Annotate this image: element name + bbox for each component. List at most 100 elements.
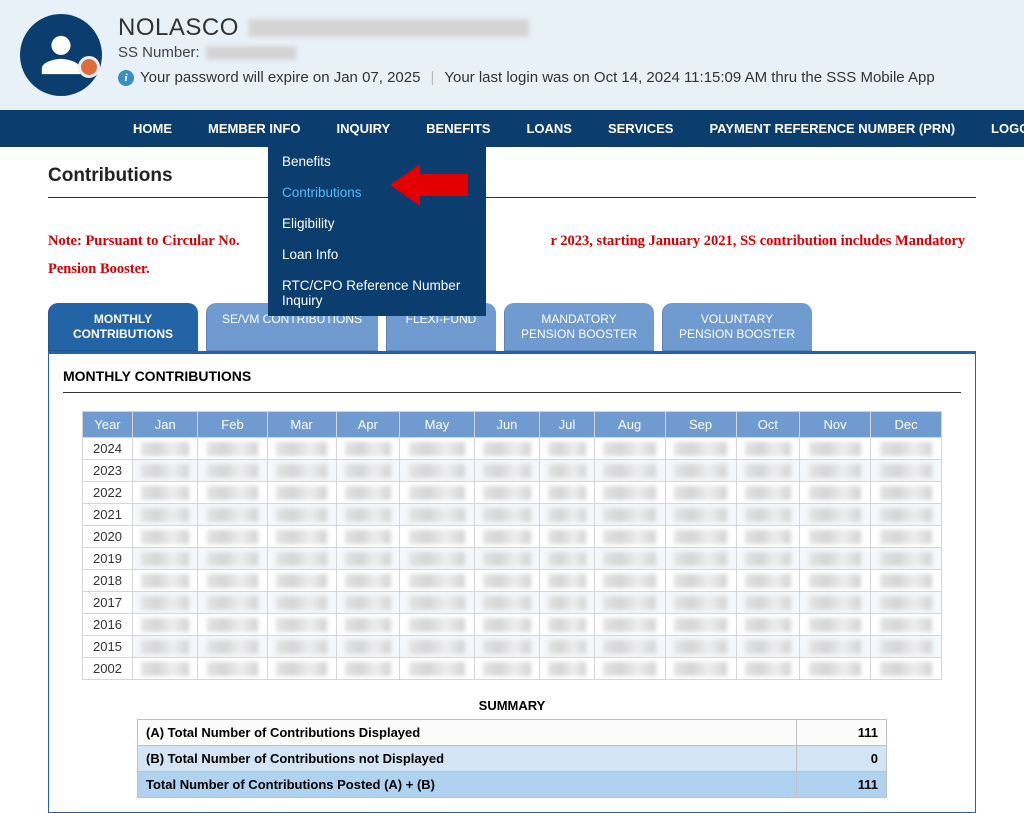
nav-benefits[interactable]: BENEFITS [408, 110, 508, 147]
contribution-cell [871, 570, 942, 592]
contribution-cell [336, 482, 400, 504]
contribution-cell [800, 438, 871, 460]
last-login-text: Your last login was on Oct 14, 2024 11:1… [444, 69, 934, 86]
contribution-cell [336, 438, 400, 460]
table-header: Feb [198, 412, 267, 438]
account-info-line: i Your password will expire on Jan 07, 2… [118, 69, 1004, 86]
contribution-cell [133, 570, 198, 592]
contribution-cell [198, 614, 267, 636]
nav-loans[interactable]: LOANS [508, 110, 590, 147]
contribution-cell [267, 636, 336, 658]
user-name-redacted [249, 19, 529, 37]
table-header: Jul [540, 412, 595, 438]
table-row: 2016 [83, 614, 942, 636]
contribution-cell [267, 548, 336, 570]
contribution-cell [198, 526, 267, 548]
contribution-cell [871, 482, 942, 504]
contribution-cell [871, 504, 942, 526]
contribution-cell [336, 548, 400, 570]
year-cell: 2021 [83, 504, 133, 526]
user-name-line: NOLASCO [118, 14, 1004, 42]
contribution-cell [736, 592, 800, 614]
summary-row-b: (B) Total Number of Contributions not Di… [138, 746, 887, 772]
contribution-cell [400, 614, 475, 636]
avatar-icon [20, 14, 102, 96]
contribution-tabs: MONTHLY CONTRIBUTIONS SE/VM CONTRIBUTION… [0, 293, 1024, 351]
contribution-cell [736, 438, 800, 460]
table-row: 2022 [83, 482, 942, 504]
contribution-cell [267, 482, 336, 504]
contribution-cell [540, 658, 595, 680]
contribution-cell [336, 636, 400, 658]
contribution-cell [400, 460, 475, 482]
user-name: NOLASCO [118, 14, 239, 42]
tab-monthly[interactable]: MONTHLY CONTRIBUTIONS [48, 303, 198, 351]
contribution-cell [800, 482, 871, 504]
contribution-cell [594, 570, 665, 592]
tab-mandatory[interactable]: MANDATORY PENSION BOOSTER [504, 303, 654, 351]
contribution-cell [665, 460, 736, 482]
contribution-cell [198, 504, 267, 526]
contribution-cell [594, 658, 665, 680]
contribution-cell [594, 548, 665, 570]
nav-services[interactable]: SERVICES [590, 110, 692, 147]
contribution-cell [198, 482, 267, 504]
year-cell: 2017 [83, 592, 133, 614]
contribution-cell [336, 592, 400, 614]
table-header-row: YearJanFebMarAprMayJunJulAugSepOctNovDec [83, 412, 942, 438]
contribution-cell [800, 504, 871, 526]
contribution-cell [400, 636, 475, 658]
contribution-cell [133, 658, 198, 680]
summary-title: SUMMARY [63, 698, 961, 713]
contribution-cell [800, 460, 871, 482]
year-cell: 2023 [83, 460, 133, 482]
table-header: Oct [736, 412, 800, 438]
main-nav: HOME MEMBER INFO INQUIRY BENEFITS LOANS … [0, 110, 1024, 147]
contribution-cell [336, 526, 400, 548]
dropdown-loan-info[interactable]: Loan Info [268, 239, 486, 270]
table-row: 2015 [83, 636, 942, 658]
summary-row-total-value: 111 [797, 772, 887, 798]
table-header: Aug [594, 412, 665, 438]
contribution-cell [198, 636, 267, 658]
contribution-cell [800, 526, 871, 548]
contribution-cell [474, 636, 539, 658]
contribution-cell [267, 658, 336, 680]
contribution-cell [871, 658, 942, 680]
nav-home[interactable]: HOME [115, 110, 190, 147]
contribution-cell [474, 438, 539, 460]
info-icon: i [118, 70, 134, 86]
contribution-cell [540, 504, 595, 526]
contribution-cell [133, 548, 198, 570]
contribution-cell [665, 658, 736, 680]
contribution-cell [800, 592, 871, 614]
contribution-cell [736, 482, 800, 504]
nav-prn[interactable]: PAYMENT REFERENCE NUMBER (PRN) [691, 110, 973, 147]
contribution-cell [540, 570, 595, 592]
contribution-cell [540, 636, 595, 658]
contribution-cell [400, 570, 475, 592]
user-info-block: NOLASCO SS Number: i Your password will … [118, 14, 1004, 86]
contribution-cell [594, 438, 665, 460]
dropdown-rtc[interactable]: RTC/CPO Reference Number Inquiry [268, 270, 486, 316]
contribution-cell [474, 548, 539, 570]
nav-inquiry[interactable]: INQUIRY [318, 110, 408, 147]
contribution-cell [736, 658, 800, 680]
year-cell: 2016 [83, 614, 133, 636]
contribution-cell [736, 570, 800, 592]
notification-badge-icon[interactable] [78, 56, 100, 78]
contribution-cell [336, 504, 400, 526]
contribution-cell [871, 526, 942, 548]
contribution-cell [198, 592, 267, 614]
contribution-cell [474, 614, 539, 636]
table-row: 2019 [83, 548, 942, 570]
contribution-cell [474, 592, 539, 614]
contribution-cell [594, 526, 665, 548]
nav-member-info[interactable]: MEMBER INFO [190, 110, 318, 147]
contribution-cell [198, 548, 267, 570]
tab-voluntary[interactable]: VOLUNTARY PENSION BOOSTER [662, 303, 812, 351]
table-row: 2020 [83, 526, 942, 548]
summary-table: (A) Total Number of Contributions Displa… [137, 719, 887, 798]
page-title: Contributions [48, 165, 976, 198]
nav-logout[interactable]: LOGOUT [973, 110, 1024, 147]
